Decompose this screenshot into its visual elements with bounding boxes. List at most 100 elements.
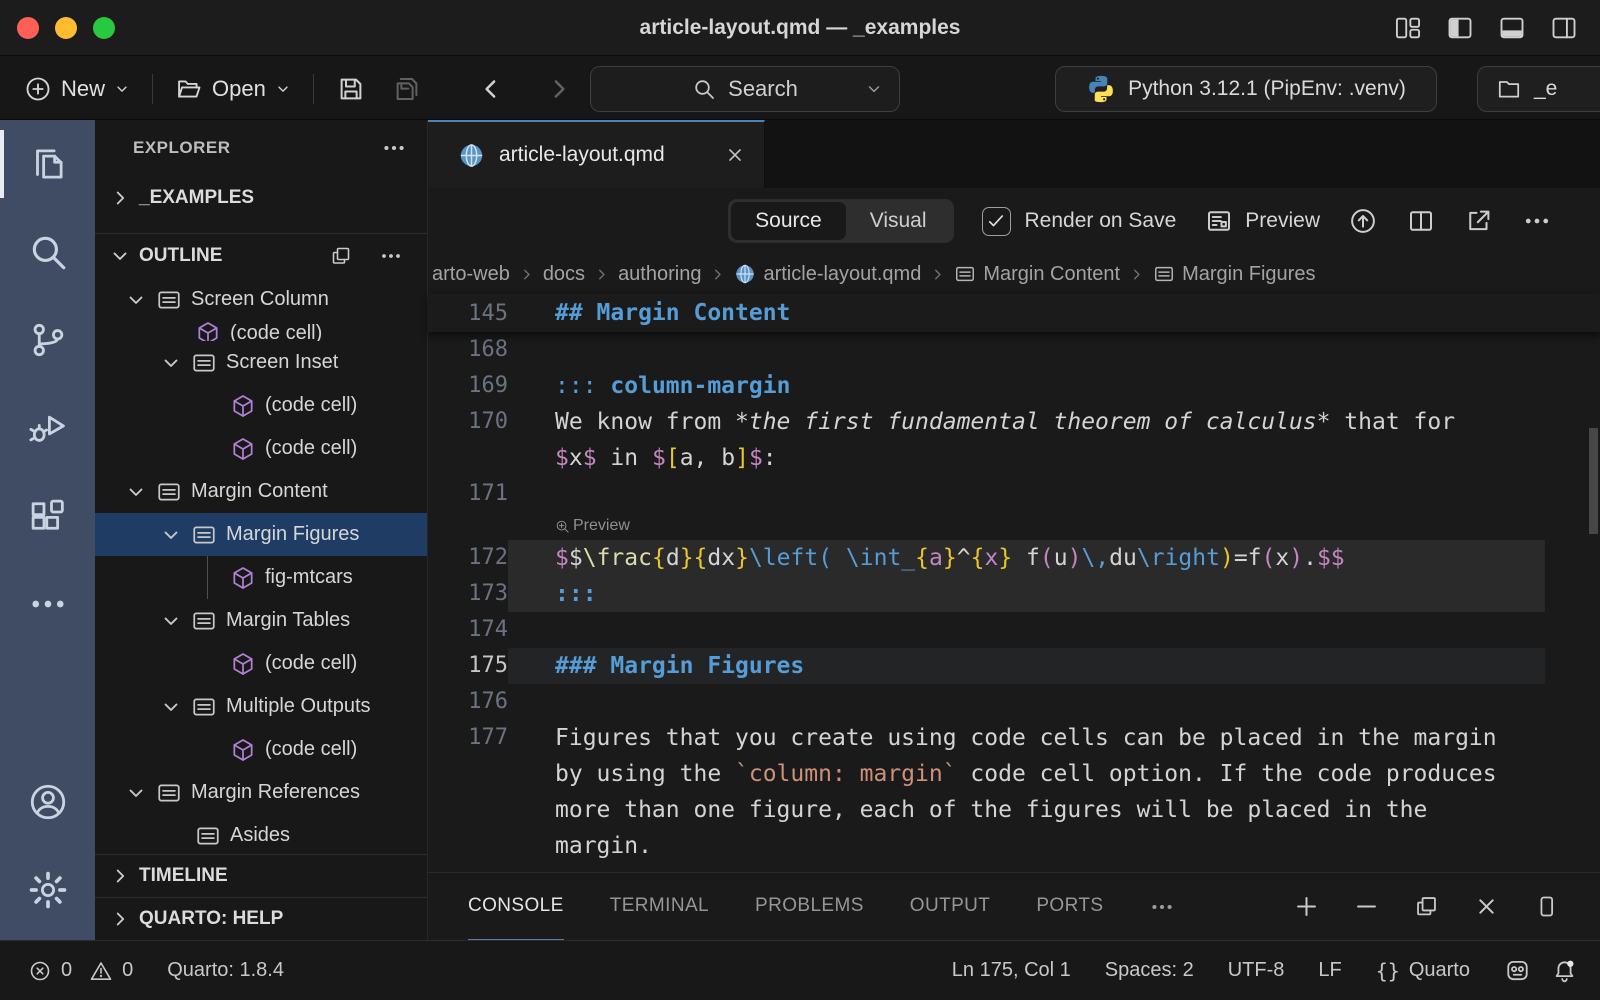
- breadcrumb-item[interactable]: Margin Content: [954, 263, 1120, 286]
- chevron-down-icon[interactable]: [160, 352, 182, 374]
- customize-layout-icon[interactable]: [1394, 14, 1422, 42]
- save-icon[interactable]: [336, 74, 366, 104]
- outline-item-code-cell[interactable]: (code cell): [95, 728, 427, 771]
- open-external-icon[interactable]: [1464, 206, 1494, 236]
- panel-tab-problems[interactable]: PROBLEMS: [755, 873, 864, 941]
- breadcrumb-item[interactable]: Margin Figures: [1153, 263, 1315, 286]
- close-tab-icon[interactable]: [724, 144, 746, 166]
- toggle-panel-icon[interactable]: [1498, 14, 1526, 42]
- activity-item-debug[interactable]: [0, 384, 95, 472]
- source-mode-button[interactable]: Source: [731, 202, 846, 240]
- chevron-down-icon[interactable]: [865, 80, 883, 98]
- chevron-down-icon[interactable]: [160, 610, 182, 632]
- code-line-169[interactable]: 169::: column-margin: [428, 368, 1600, 404]
- panel-tab-output[interactable]: OUTPUT: [910, 873, 991, 941]
- code-line-177[interactable]: 177Figures that you create using code ce…: [428, 720, 1600, 756]
- panel-tab-terminal[interactable]: TERMINAL: [610, 873, 709, 941]
- restore-panel-icon[interactable]: [1413, 893, 1440, 920]
- code-line-wrap[interactable]: more than one figure, each of the figure…: [428, 792, 1600, 828]
- split-editor-icon[interactable]: [1406, 206, 1436, 236]
- code-editor[interactable]: 168169::: column-margin170We know from *…: [428, 332, 1600, 872]
- sidebar-section-examples[interactable]: _EXAMPLES: [95, 175, 427, 220]
- visual-mode-button[interactable]: Visual: [846, 202, 951, 240]
- render-on-save-toggle[interactable]: Render on Save: [982, 207, 1177, 236]
- code-line-175[interactable]: 175### Margin Figures: [428, 648, 1600, 684]
- activity-item-more[interactable]: [0, 560, 95, 648]
- notifications-button[interactable]: [1551, 957, 1578, 984]
- code-line-173[interactable]: 173:::: [428, 576, 1600, 612]
- panel-tab-ports[interactable]: PORTS: [1036, 873, 1103, 941]
- collapse-all-icon[interactable]: [329, 244, 353, 268]
- activity-item-extensions[interactable]: [0, 472, 95, 560]
- chevron-down-icon[interactable]: [160, 696, 182, 718]
- code-line-wrap[interactable]: $x$ in $[a, b]$:: [428, 440, 1600, 476]
- maximize-panel-icon[interactable]: [1533, 893, 1560, 920]
- code-line-168[interactable]: 168: [428, 332, 1600, 368]
- chevron-down-icon[interactable]: [125, 782, 147, 804]
- code-line-wrap[interactable]: by using the `column: margin` code cell …: [428, 756, 1600, 792]
- code-line-176[interactable]: 176: [428, 684, 1600, 720]
- back-icon[interactable]: [476, 74, 506, 104]
- language-mode-status[interactable]: {} Quarto: [1376, 959, 1470, 983]
- code-line-172[interactable]: 172$$\frac{d}{dx}\left( \int_{a}^{x} f(u…: [428, 540, 1600, 576]
- preview-button[interactable]: Preview: [1204, 206, 1320, 236]
- more-actions-icon[interactable]: [381, 135, 407, 161]
- indentation-status[interactable]: Spaces: 2: [1105, 959, 1194, 982]
- workspace-folder-button[interactable]: _e: [1477, 66, 1600, 112]
- sticky-scroll-line[interactable]: 145 ## Margin Content: [428, 294, 1600, 332]
- outline-item-code-cell[interactable]: (code cell): [95, 642, 427, 685]
- close-panel-icon[interactable]: [1473, 893, 1500, 920]
- problems-status[interactable]: 0 0: [28, 959, 133, 983]
- outline-item-code-cell[interactable]: (code cell): [95, 427, 427, 470]
- outline-item-code-cell[interactable]: (code cell): [95, 321, 427, 341]
- outline-item-code-cell[interactable]: (code cell): [95, 384, 427, 427]
- sidebar-section-quarto-help[interactable]: QUARTO: HELP: [95, 897, 427, 940]
- activity-item-source-control[interactable]: [0, 296, 95, 384]
- forward-icon[interactable]: [544, 74, 574, 104]
- chevron-down-icon[interactable]: [160, 524, 182, 546]
- feedback-button[interactable]: [1504, 957, 1531, 984]
- new-button[interactable]: New: [24, 75, 130, 103]
- open-button[interactable]: Open: [175, 75, 291, 103]
- breadcrumb-item[interactable]: authoring: [618, 263, 701, 286]
- toggle-sidebar-icon[interactable]: [1446, 14, 1474, 42]
- outline-item-screen-inset[interactable]: Screen Inset: [95, 341, 427, 384]
- new-console-icon[interactable]: [1293, 893, 1320, 920]
- outline-item-margin-content[interactable]: Margin Content: [95, 470, 427, 513]
- render-icon[interactable]: [1348, 206, 1378, 236]
- panel-tab-console[interactable]: CONSOLE: [468, 873, 564, 941]
- cursor-position-status[interactable]: Ln 175, Col 1: [952, 959, 1071, 982]
- outline-item-fig-mtcars[interactable]: fig-mtcars: [95, 556, 427, 599]
- activity-item-account[interactable]: [0, 758, 95, 846]
- code-line-171[interactable]: 171: [428, 476, 1600, 512]
- save-all-icon[interactable]: [392, 74, 422, 104]
- more-actions-icon[interactable]: [1522, 206, 1552, 236]
- minimize-panel-icon[interactable]: [1353, 893, 1380, 920]
- checkbox-checked[interactable]: [982, 207, 1011, 236]
- activity-item-search[interactable]: [0, 208, 95, 296]
- code-line-174[interactable]: 174: [428, 612, 1600, 648]
- activity-item-settings[interactable]: [0, 846, 95, 934]
- outline-item-margin-references[interactable]: Margin References: [95, 771, 427, 814]
- outline-item-multiple-outputs[interactable]: Multiple Outputs: [95, 685, 427, 728]
- more-actions-icon[interactable]: [379, 244, 403, 268]
- sidebar-section-outline[interactable]: OUTLINE: [95, 233, 427, 278]
- breadcrumb-item[interactable]: docs: [543, 263, 585, 286]
- editor-scrollbar[interactable]: [1589, 428, 1598, 534]
- codelens-preview-link[interactable]: Preview: [555, 512, 1600, 540]
- sidebar-section-timeline[interactable]: TIMELINE: [95, 854, 427, 897]
- activity-item-files[interactable]: [0, 120, 95, 208]
- outline-item-asides[interactable]: Asides: [95, 814, 427, 857]
- code-line-170[interactable]: 170We know from *the first fundamental t…: [428, 404, 1600, 440]
- outline-item-screen-column[interactable]: Screen Column: [95, 278, 427, 321]
- quarto-version-status[interactable]: Quarto: 1.8.4: [167, 959, 284, 982]
- encoding-status[interactable]: UTF-8: [1228, 959, 1285, 982]
- code-line-wrap[interactable]: margin.: [428, 828, 1600, 864]
- interpreter-selector[interactable]: Python 3.12.1 (PipEnv: .venv): [1055, 66, 1437, 112]
- tab-article-layout[interactable]: article-layout.qmd: [428, 120, 765, 188]
- chevron-down-icon[interactable]: [125, 481, 147, 503]
- breadcrumb-item[interactable]: article-layout.qmd: [734, 263, 921, 286]
- eol-status[interactable]: LF: [1318, 959, 1341, 982]
- chevron-down-icon[interactable]: [125, 289, 147, 311]
- more-panel-tabs-icon[interactable]: [1149, 894, 1175, 920]
